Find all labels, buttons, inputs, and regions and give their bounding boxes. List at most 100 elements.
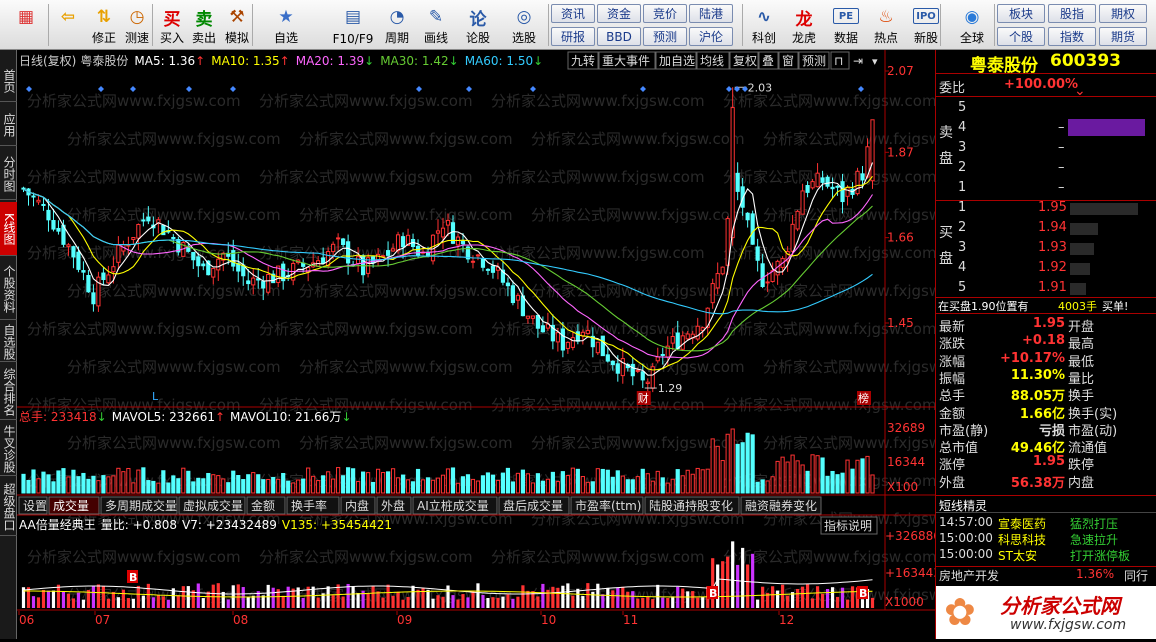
small-toolbar-button2-4[interactable]: 指数 [1048, 27, 1096, 46]
volume-bar [56, 470, 61, 494]
buy-level-row[interactable]: 4 1.92 [936, 260, 1156, 278]
toolbar-button-buttons-6[interactable]: ⚒ 模拟 [220, 2, 254, 48]
sell-level-row[interactable]: 3– [936, 140, 1156, 158]
aa-bar [756, 599, 760, 608]
toolbar-button-buttons-2[interactable]: ⇅ 修正 [88, 2, 120, 48]
toolbar-button-buttons-11[interactable]: 论论股 [458, 2, 498, 48]
sell-level-row[interactable]: 1– [936, 180, 1156, 198]
news-row[interactable]: 15:00:00 ST太安 打开涨停板 [936, 547, 1156, 565]
small-toolbar-button2-0[interactable]: 板块 [997, 4, 1045, 23]
small-toolbar-button-3[interactable]: 陆港 [689, 4, 733, 23]
watermark-text: 分析家公式网www.fxjgsw.com [259, 168, 473, 186]
toolbar-button-buttons2-0[interactable]: ∿ 科创 [744, 2, 784, 48]
toolbar-button-buttons-4[interactable]: 买买入 [156, 2, 188, 48]
chevron-down-icon[interactable]: ⌄ [1074, 83, 1086, 99]
sell-level-row[interactable]: 5 [936, 100, 1156, 118]
left-tab-5[interactable]: 自选股 [0, 322, 17, 362]
left-tab-2[interactable]: 分时图 [0, 148, 17, 200]
buy-level-row[interactable]: 3 1.93 [936, 240, 1156, 258]
small-toolbar-button2-3[interactable]: 个股 [997, 27, 1045, 46]
chart-top-button-1[interactable]: 重大事件 [598, 51, 656, 70]
stat-value: 1.95 [1032, 316, 1065, 331]
chart-top-button-6[interactable]: 窗 [778, 51, 799, 70]
aa-bar [236, 584, 240, 608]
small-toolbar-button-6[interactable]: 预测 [643, 27, 687, 46]
chart-top-button-3[interactable]: 均线 [696, 51, 730, 70]
volume-bar [236, 475, 241, 494]
indicator-tab-3[interactable]: 虚拟成交量 [178, 496, 246, 515]
left-tab-8[interactable]: 超级盘口 [0, 478, 17, 536]
kline-chart-svg[interactable]: 分析家公式网www.fxjgsw.com 分析家公式网www.fxjgsw.com… [17, 50, 977, 639]
aa-bar [536, 596, 540, 608]
left-tab-1[interactable]: 应用 [0, 104, 17, 146]
small-toolbar-button2-2[interactable]: 期权 [1099, 4, 1147, 23]
buy-level-row[interactable]: 5 1.91 [936, 280, 1156, 298]
indicator-tab-4[interactable]: 金额 [246, 496, 286, 515]
indicator-tab-7[interactable]: 外盘 [376, 496, 412, 515]
left-tab-3[interactable]: K线图 [0, 202, 17, 256]
toolbar-button-buttons-5[interactable]: 卖卖出 [188, 2, 220, 48]
buy-level-row[interactable]: 1 1.95 [936, 200, 1156, 218]
small-toolbar-button-0[interactable]: 资讯 [551, 4, 595, 23]
indicator-tab-8[interactable]: AI立桩成交量 [412, 496, 498, 515]
small-toolbar-button2-5[interactable]: 期货 [1099, 27, 1147, 46]
left-tab-4[interactable]: 个股资料 [0, 258, 17, 320]
toolbar-button-buttons2-4[interactable]: IPO 新股 [906, 2, 946, 48]
volume-bar [46, 474, 51, 494]
chart-top-button-2[interactable]: 加自选 [655, 51, 697, 70]
buy-level-row[interactable]: 2 1.94 [936, 220, 1156, 238]
toolbar-button-buttons-12[interactable]: ◎ 选股 [502, 2, 546, 48]
small-toolbar-button-2[interactable]: 竞价 [643, 4, 687, 23]
toolbar-button-buttons-0[interactable]: ▦ [5, 2, 47, 48]
aa-bar [491, 597, 495, 608]
toolbar-button-buttons-3[interactable]: ◷ 测速 [120, 2, 154, 48]
toolbar-button-buttons2-5[interactable]: ◉ 全球 [952, 2, 992, 48]
kline-chart-area[interactable]: 分析家公式网www.fxjgsw.com 分析家公式网www.fxjgsw.com… [17, 50, 977, 639]
dropdown-icon[interactable]: ▾ [872, 55, 878, 68]
small-toolbar-button-4[interactable]: 研报 [551, 27, 595, 46]
candle [196, 252, 201, 278]
toolbar-button-buttons-7[interactable]: ★ 自选 [256, 2, 316, 48]
small-toolbar-button-7[interactable]: 沪伦 [689, 27, 733, 46]
toolbar-button-buttons2-1[interactable]: 龙龙虎 [784, 2, 824, 48]
toolbar-button-buttons-9[interactable]: ◔ 周期 [378, 2, 416, 48]
sector-row[interactable]: 房地产开发 1.36% 同行 [936, 566, 1156, 584]
svg-text:多周期成交量: 多周期成交量 [105, 498, 177, 513]
small-toolbar-button-1[interactable]: 资金 [597, 4, 641, 23]
left-tab-7[interactable]: 牛叉诊股 [0, 422, 17, 476]
toolbar-button-buttons2-2[interactable]: PE 数据 [826, 2, 866, 48]
news-event: 猛烈打压 [1070, 517, 1119, 531]
sell-level-row[interactable]: 2– [936, 160, 1156, 178]
chart-top-button-5[interactable]: 叠 [758, 51, 779, 70]
select-stock-icon: ◎ [516, 7, 532, 27]
candle [655, 347, 660, 364]
sell-icon: 卖 [195, 9, 213, 30]
indicator-tab-0[interactable]: 设置 [18, 496, 48, 515]
aa-bar [636, 598, 640, 608]
volume-bar [695, 467, 700, 494]
toolbar-button-buttons-10[interactable]: ✎ 画线 [416, 2, 456, 48]
toolbar-button-buttons2-3[interactable]: ♨ 热点 [866, 2, 906, 48]
indicator-tab-12[interactable]: 融资融券变化 [740, 496, 822, 515]
left-tab-0[interactable]: 首页 [0, 60, 17, 102]
indicator-tab-10[interactable]: 市盈率(ttm) [570, 496, 644, 515]
indicator-tab-5[interactable]: 换手率 [286, 496, 340, 515]
indicator-tab-1[interactable]: 成交量 [48, 496, 100, 515]
indicator-tab-11[interactable]: 陆股通持股变化 [644, 496, 740, 515]
aa-bar [771, 586, 775, 608]
indicator-tab-6[interactable]: 内盘 [340, 496, 376, 515]
chart-top-button-0[interactable]: 九转 [567, 51, 599, 70]
small-toolbar-button-5[interactable]: BBD [597, 27, 641, 46]
small-toolbar-button2-1[interactable]: 股指 [1048, 4, 1096, 23]
indicator-tab-2[interactable]: 多周期成交量 [100, 496, 178, 515]
expand-icon[interactable]: ⇥ [853, 54, 863, 68]
indicator-tab-9[interactable]: 盘后成交量 [498, 496, 570, 515]
volume-bar [555, 481, 560, 494]
toolbar-button-buttons-8[interactable]: ▤ F10/F9 [330, 2, 376, 48]
volume-bar [271, 476, 276, 494]
toolbar-button-buttons-1[interactable]: ⇦ [50, 2, 86, 48]
chart-top-button-7[interactable]: 预测 [798, 51, 830, 70]
chart-top-button-4[interactable]: 复权 [729, 51, 759, 70]
indicator-explain-button[interactable]: 指标说明 [820, 516, 878, 535]
left-tab-6[interactable]: 综合排名 [0, 364, 17, 420]
